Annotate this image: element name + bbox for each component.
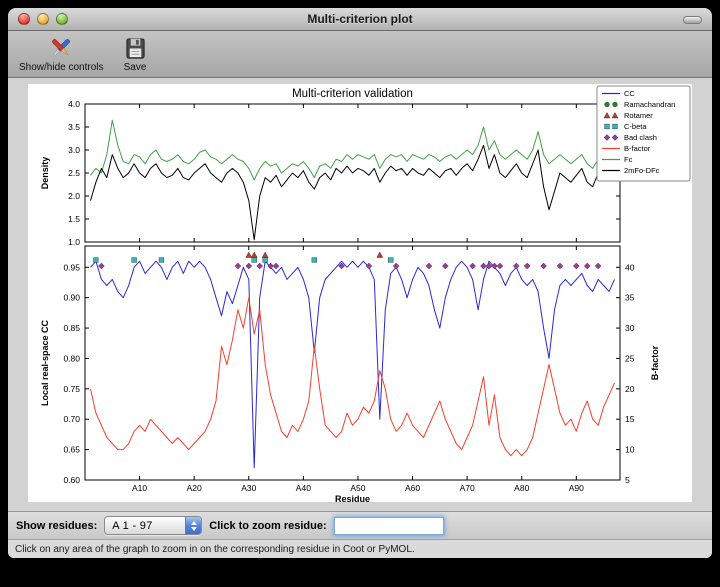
svg-text:5: 5 — [625, 475, 630, 485]
svg-text:15: 15 — [625, 414, 635, 424]
svg-text:0.80: 0.80 — [63, 353, 80, 363]
svg-text:A80: A80 — [514, 483, 529, 493]
svg-text:Bad clash: Bad clash — [624, 133, 657, 142]
show-hide-controls-label: Show/hide controls — [19, 62, 104, 73]
svg-text:Multi-criterion validation: Multi-criterion validation — [292, 88, 413, 100]
floppy-disk-icon — [124, 35, 147, 62]
toolbar-toggle-button[interactable] — [683, 16, 702, 24]
svg-text:Local real-space CC: Local real-space CC — [40, 319, 50, 406]
popup-stepper-icon — [185, 517, 201, 534]
cc-bfactor-plot: 0.60 0.65 0.70 0.75 0.80 0.85 0.90 0.95 5 10 15 20 2… — [40, 246, 660, 502]
residue-range-value: A 1 - 97 — [105, 517, 185, 534]
svg-text:2.5: 2.5 — [68, 168, 80, 178]
svg-text:0.70: 0.70 — [63, 414, 80, 424]
svg-text:B-factor: B-factor — [650, 345, 660, 380]
svg-text:0.85: 0.85 — [63, 323, 80, 333]
svg-text:A90: A90 — [569, 483, 584, 493]
svg-text:0.75: 0.75 — [63, 384, 80, 394]
status-text: Click on any area of the graph to zoom i… — [15, 544, 415, 555]
minimize-button[interactable] — [37, 13, 49, 25]
show-hide-controls-button[interactable]: Show/hide controls — [16, 34, 107, 74]
window-controls — [18, 13, 68, 25]
svg-text:3.5: 3.5 — [68, 122, 80, 132]
close-button[interactable] — [18, 13, 30, 25]
svg-text:30: 30 — [625, 323, 635, 333]
svg-text:A10: A10 — [132, 483, 147, 493]
controls-bar: Show residues: A 1 - 97 Click to zoom re… — [8, 511, 712, 539]
svg-text:2mFo-DFc: 2mFo-DFc — [624, 166, 660, 175]
svg-text:25: 25 — [625, 353, 635, 363]
svg-text:Ramachandran: Ramachandran — [624, 100, 675, 109]
svg-text:A50: A50 — [350, 483, 365, 493]
zoom-button[interactable] — [56, 13, 68, 25]
svg-text:C-beta: C-beta — [624, 122, 647, 131]
plot-area: Multi-criterion validation 1.0 1.5 2.0 2.5 3.… — [8, 78, 712, 511]
svg-text:Density: Density — [40, 157, 50, 190]
save-label: Save — [124, 62, 147, 73]
show-residues-label: Show residues: — [16, 520, 97, 532]
svg-text:0.90: 0.90 — [63, 293, 80, 303]
svg-text:B-factor: B-factor — [624, 144, 651, 153]
toolbar: Show/hide controls Save — [8, 31, 712, 78]
svg-text:A40: A40 — [296, 483, 311, 493]
svg-text:0.95: 0.95 — [63, 262, 80, 272]
svg-text:2.0: 2.0 — [68, 191, 80, 201]
legend: CC Ramachandran Rotamer C-beta Bad clash B-fa… — [597, 86, 690, 181]
svg-text:40: 40 — [625, 262, 635, 272]
svg-text:1.5: 1.5 — [68, 214, 80, 224]
svg-text:0.65: 0.65 — [63, 445, 80, 455]
svg-text:A60: A60 — [405, 483, 420, 493]
svg-text:A20: A20 — [187, 483, 202, 493]
svg-text:4.0: 4.0 — [68, 99, 80, 109]
density-plot: 1.0 1.5 2.0 2.5 3.0 3.5 4.0 Density — [40, 99, 620, 247]
zoom-residue-input[interactable] — [334, 517, 444, 535]
svg-text:Fc: Fc — [624, 155, 633, 164]
svg-text:1.0: 1.0 — [68, 237, 80, 247]
svg-text:35: 35 — [625, 293, 635, 303]
svg-text:Residue: Residue — [335, 494, 370, 502]
crossed-tools-icon — [48, 35, 74, 62]
svg-text:0.60: 0.60 — [63, 475, 80, 485]
svg-text:3.0: 3.0 — [68, 145, 80, 155]
titlebar[interactable]: Multi-criterion plot — [8, 8, 712, 31]
figure-canvas[interactable]: Multi-criterion validation 1.0 1.5 2.0 2.5 3.… — [28, 84, 692, 502]
svg-text:A30: A30 — [241, 483, 256, 493]
svg-text:Rotamer: Rotamer — [624, 111, 653, 120]
svg-text:CC: CC — [624, 89, 635, 98]
zoom-residue-label: Click to zoom residue: — [209, 520, 326, 532]
status-bar: Click on any area of the graph to zoom i… — [8, 539, 712, 558]
svg-text:20: 20 — [625, 384, 635, 394]
svg-text:A70: A70 — [460, 483, 475, 493]
svg-text:10: 10 — [625, 445, 635, 455]
app-window: Multi-criterion plot Show/hide controls — [8, 8, 712, 558]
residue-range-dropdown[interactable]: A 1 - 97 — [104, 516, 202, 535]
save-button[interactable]: Save — [121, 34, 150, 74]
window-title: Multi-criterion plot — [8, 12, 712, 26]
